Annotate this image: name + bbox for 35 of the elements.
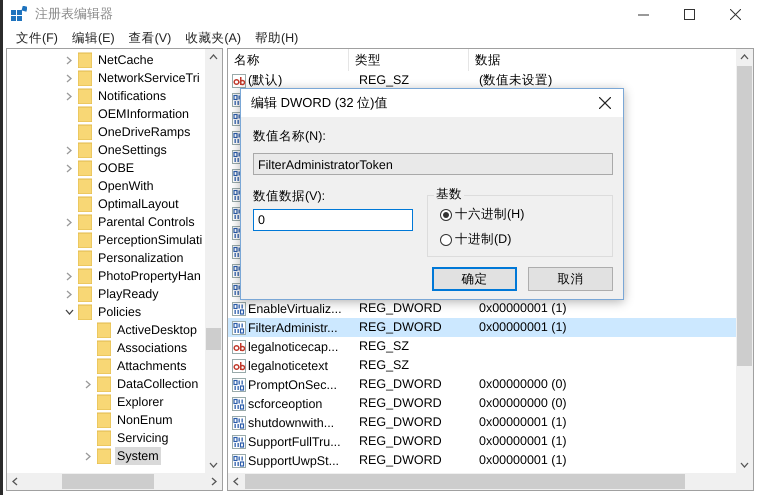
field-label: 数值名称(N): — [253, 128, 327, 145]
value-type: REG_DWORD — [359, 396, 442, 410]
value-data: 0x00000001 (1) — [479, 320, 567, 334]
group-label: 基数 — [434, 186, 464, 203]
value-name: SupportFullTru... — [247, 434, 341, 448]
value-name: FilterAdministr... — [247, 320, 338, 334]
value-data: 0x00000000 (0) — [479, 377, 567, 391]
value-name: scforceoption — [247, 396, 322, 410]
value-type: REG_DWORD — [359, 377, 442, 391]
value-type: REG_DWORD — [359, 301, 442, 315]
value-name: PromptOnSec... — [247, 378, 337, 392]
value-name: SupportUwpSt... — [247, 454, 340, 468]
value-data: 0x00000001 (1) — [479, 453, 567, 467]
value-type: REG_SZ — [359, 358, 410, 372]
window-title: 注册表编辑器 — [35, 5, 114, 23]
value-data: 0x00000001 (1) — [479, 301, 567, 315]
value-type: REG_DWORD — [359, 453, 442, 467]
value-type: REG_DWORD — [359, 320, 442, 334]
radio-label: 十六进制(H) — [455, 206, 524, 223]
value-type: REG_SZ — [359, 73, 410, 87]
dialog-title: 编辑 DWORD (32 位)值 — [251, 94, 388, 112]
value-name: EnableVirtualiz... — [247, 302, 342, 316]
value-name: legalnoticecap... — [247, 340, 338, 354]
value-name: legalnoticetext — [247, 358, 328, 372]
value-name: (默认) — [247, 72, 282, 89]
value-data: 0x00000000 (0) — [479, 396, 567, 410]
radio-label: 十进制(D) — [455, 231, 512, 248]
value-data: (数值未设置) — [479, 73, 552, 87]
value-type: REG_SZ — [359, 339, 410, 353]
value-name: shutdownwith... — [247, 416, 334, 430]
value-data: 0x00000001 (1) — [479, 434, 567, 448]
field-label: 数值数据(V): — [253, 188, 326, 205]
value-type: REG_DWORD — [359, 434, 442, 448]
value-type: REG_DWORD — [359, 415, 442, 429]
value-data: 0x00000001 (1) — [479, 415, 567, 429]
